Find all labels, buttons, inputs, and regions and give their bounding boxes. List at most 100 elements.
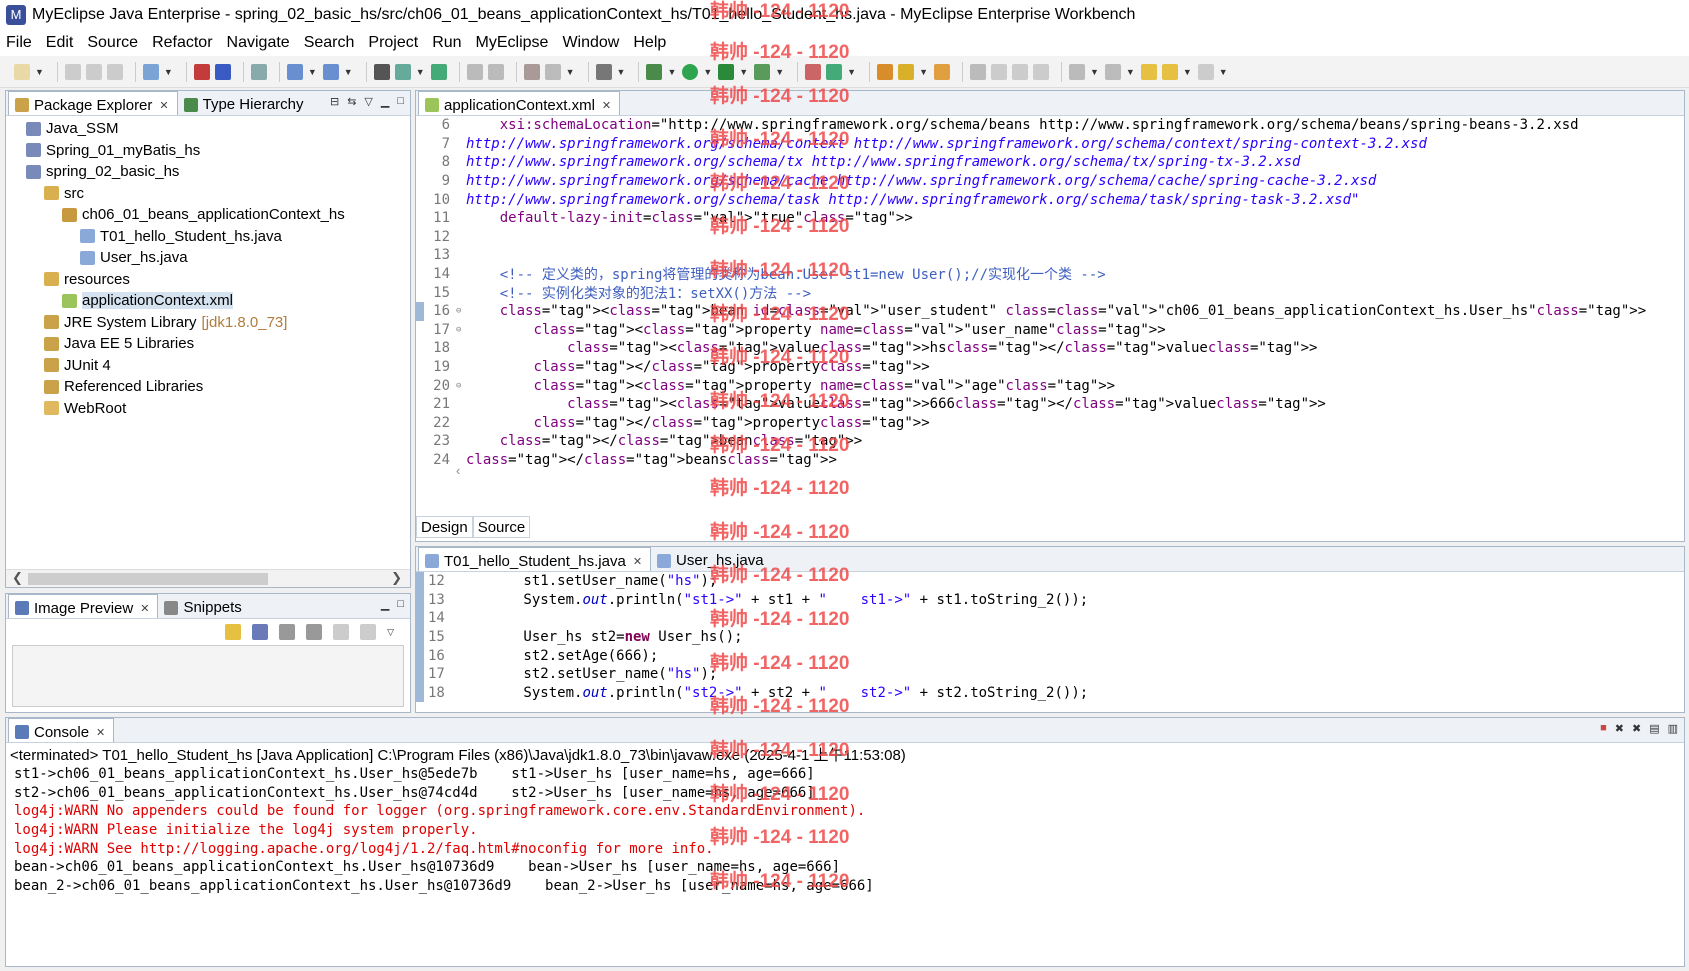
run-external-icon[interactable] — [718, 63, 735, 80]
pin-icon[interactable] — [969, 63, 986, 80]
cut-icon[interactable] — [466, 63, 483, 80]
new-project-icon[interactable] — [142, 63, 159, 80]
forward-dropdown-icon[interactable]: ▼ — [1219, 67, 1228, 77]
tree-item[interactable]: Referenced Libraries — [6, 376, 410, 398]
next-annotation-icon[interactable] — [1068, 63, 1085, 80]
print-icon[interactable] — [106, 63, 123, 80]
tree-item[interactable]: Java_SSM — [6, 118, 410, 140]
java-code-area[interactable]: 12 st1.setUser_name("hs"); 13 System.out.… — [416, 572, 1684, 703]
coverage-icon[interactable] — [754, 63, 771, 80]
remove-launch-icon[interactable]: ✖ — [1615, 722, 1624, 735]
save-icon[interactable] — [64, 63, 81, 80]
show-whitespace-icon[interactable] — [1032, 63, 1049, 80]
horizontal-scrollbar[interactable]: ❮ ❯ — [6, 569, 410, 587]
block-icon[interactable] — [1011, 63, 1028, 80]
monitor-dropdown-icon[interactable]: ▼ — [617, 67, 626, 77]
link-editor-icon[interactable]: ⇆ — [347, 95, 356, 108]
new-package-icon[interactable] — [826, 63, 843, 80]
tree-item[interactable]: WebRoot — [6, 398, 410, 420]
back-icon[interactable] — [1161, 63, 1178, 80]
open-type-icon[interactable] — [373, 63, 390, 80]
server-icon[interactable] — [214, 63, 231, 80]
coverage-dropdown-icon[interactable]: ▼ — [775, 67, 784, 77]
menu-help[interactable]: Help — [633, 34, 666, 52]
scroll-right-icon[interactable]: ❯ — [391, 570, 402, 586]
sync-icon[interactable] — [225, 624, 242, 640]
preview-menu-icon[interactable]: ▽ — [387, 627, 394, 638]
tab-application-context[interactable]: applicationContext.xml ✕ — [418, 91, 621, 115]
console-output[interactable]: st1->ch06_01_beans_applicationContext_hs… — [6, 765, 1684, 895]
search-icon[interactable] — [322, 63, 339, 80]
next-annotation-dropdown-icon[interactable]: ▼ — [1090, 67, 1099, 77]
close-icon[interactable]: ✕ — [602, 99, 611, 112]
tree-item[interactable]: Java EE 5 Libraries — [6, 333, 410, 355]
new-class-dropdown-icon[interactable]: ▼ — [847, 67, 856, 77]
tab-user-hs[interactable]: User_hs.java — [651, 547, 772, 571]
menu-project[interactable]: Project — [368, 34, 418, 52]
close-icon[interactable]: ✕ — [633, 555, 642, 568]
tree-item[interactable]: spring_02_basic_hs — [6, 161, 410, 183]
open-dropdown-icon[interactable]: ▼ — [416, 67, 425, 77]
new-project-dropdown-icon[interactable]: ▼ — [164, 67, 173, 77]
prev-annotation-icon[interactable] — [1104, 63, 1121, 80]
db-dropdown-icon[interactable]: ▼ — [566, 67, 575, 77]
menu-myeclipse[interactable]: MyEclipse — [476, 34, 549, 52]
tab-t01-hello-student[interactable]: T01_hello_Student_hs.java ✕ — [418, 547, 652, 571]
fold-icon[interactable]: ⊖ — [456, 381, 466, 391]
last-edit-icon[interactable] — [1140, 63, 1157, 80]
menu-navigate[interactable]: Navigate — [227, 34, 290, 52]
open-resource-icon[interactable] — [394, 63, 411, 80]
new-class-icon[interactable] — [805, 63, 822, 80]
zoom-out-icon[interactable] — [279, 624, 296, 640]
db-icon[interactable] — [544, 63, 561, 80]
remove-all-icon[interactable]: ✖ — [1632, 722, 1641, 735]
menu-window[interactable]: Window — [562, 34, 619, 52]
maximize-icon[interactable]: □ — [397, 95, 404, 108]
menu-source[interactable]: Source — [87, 34, 138, 52]
open-task-icon[interactable] — [877, 63, 894, 80]
scroll-left-icon[interactable]: ‹ — [456, 463, 460, 478]
tree-item[interactable]: T01_hello_Student_hs.java — [6, 226, 410, 248]
tab-type-hierarchy[interactable]: Type Hierarchy — [178, 91, 312, 115]
wizard-icon[interactable] — [286, 63, 303, 80]
minimize-icon[interactable]: ▁ — [381, 95, 389, 108]
annotation-icon[interactable] — [990, 63, 1007, 80]
refresh-icon[interactable] — [487, 63, 504, 80]
new-icon[interactable] — [14, 63, 30, 80]
tree-item[interactable]: User_hs.java — [6, 247, 410, 269]
fit-icon[interactable] — [252, 624, 269, 640]
debug-dropdown-icon[interactable]: ▼ — [667, 67, 676, 77]
tree-item[interactable]: Spring_01_myBatis_hs — [6, 140, 410, 162]
menu-search[interactable]: Search — [304, 34, 355, 52]
forward-icon[interactable] — [1197, 63, 1214, 80]
wizard-dropdown-icon[interactable]: ▼ — [308, 67, 317, 77]
folder-open-icon[interactable] — [933, 63, 950, 80]
minimize-icon[interactable]: ▁ — [381, 598, 389, 611]
menu-run[interactable]: Run — [432, 34, 461, 52]
menu-edit[interactable]: Edit — [46, 34, 74, 52]
scroll-left-icon[interactable]: ❮ — [12, 570, 23, 586]
menu-refactor[interactable]: Refactor — [152, 34, 212, 52]
globe-icon[interactable] — [430, 63, 447, 80]
browser-icon[interactable] — [250, 63, 267, 80]
save-all-icon[interactable] — [85, 63, 102, 80]
zoom-in-icon[interactable] — [306, 624, 323, 640]
tree-item[interactable]: ch06_01_beans_applicationContext_hs — [6, 204, 410, 226]
tree-item[interactable]: JUnit 4 — [6, 355, 410, 377]
tree-item[interactable]: JRE System Library [jdk1.8.0_73] — [6, 312, 410, 334]
tree-item[interactable]: resources — [6, 269, 410, 291]
run-icon[interactable] — [682, 63, 699, 80]
prev-annotation-dropdown-icon[interactable]: ▼ — [1126, 67, 1135, 77]
run-external-dropdown-icon[interactable]: ▼ — [739, 67, 748, 77]
tab-snippets[interactable]: Snippets — [158, 594, 249, 618]
tab-image-preview[interactable]: Image Preview ✕ — [8, 594, 159, 618]
tree-item[interactable]: applicationContext.xml — [6, 290, 410, 312]
close-icon[interactable]: ✕ — [159, 99, 168, 112]
run-dropdown-icon[interactable]: ▼ — [703, 67, 712, 77]
fold-icon[interactable]: ⊖ — [456, 306, 466, 316]
monitor-icon[interactable] — [595, 63, 612, 80]
deploy-icon[interactable] — [193, 63, 210, 80]
close-icon[interactable]: ✕ — [96, 726, 105, 739]
pen-icon[interactable] — [898, 63, 915, 80]
new-dropdown-icon[interactable]: ▼ — [35, 67, 44, 77]
